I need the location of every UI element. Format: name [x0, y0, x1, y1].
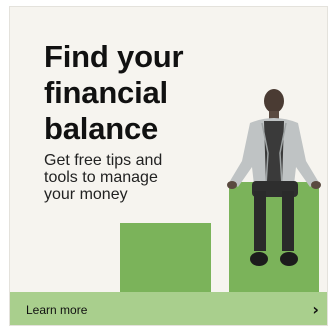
ad-subtext: Get free tips and tools to manage your m…: [44, 152, 194, 203]
headline-line: financial: [44, 75, 168, 110]
ad-banner[interactable]: Find your financial balance Get free tip…: [9, 6, 328, 326]
learn-more-button[interactable]: Learn more ›: [10, 292, 327, 325]
subtext-line: Get free tips and: [44, 152, 163, 169]
headline-line: balance: [44, 111, 159, 146]
learn-more-label: Learn more: [26, 302, 88, 317]
green-bar-short: [120, 223, 211, 293]
chevron-right-icon: ›: [312, 300, 319, 319]
subtext-line: your money: [44, 186, 128, 203]
subtext-line: tools to manage: [44, 169, 158, 186]
person-illustration: [227, 89, 321, 266]
ad-headline: Find your financial balance: [44, 39, 244, 147]
headline-line: Find your: [44, 39, 184, 74]
